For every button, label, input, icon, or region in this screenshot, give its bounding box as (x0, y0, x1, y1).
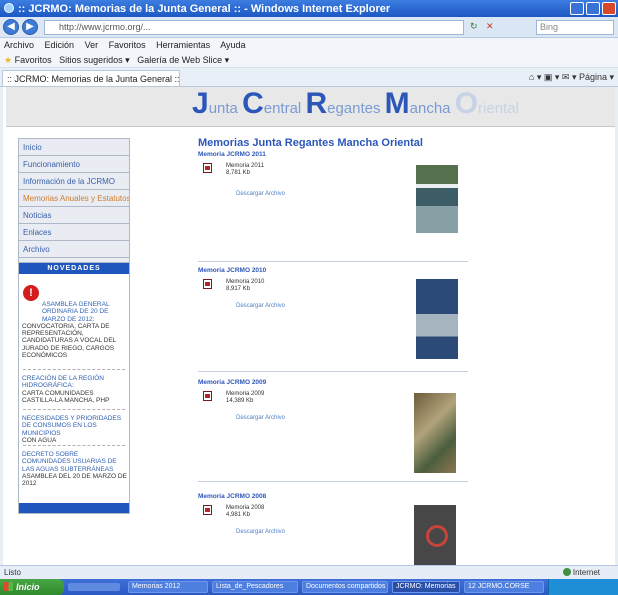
minimize-button[interactable] (570, 2, 584, 15)
site-banner: Junta Central Regantes Mancha Oriental (6, 87, 615, 127)
page-viewport: Junta Central Regantes Mancha Oriental I… (0, 87, 618, 565)
command-bar[interactable]: ⌂ ▾ ▣ ▾ ✉ ▾ Página ▾ (529, 72, 614, 83)
address-input[interactable]: http://www.jcrmo.org/... (44, 20, 464, 35)
memoria-heading: Memoria JCRMO 2011 (198, 151, 266, 158)
memoria-entry: Memoria JCRMO 2011 Memoria 2011 8,781 Kb… (198, 151, 468, 262)
main-content: Memorias Junta Regantes Mancha Oriental (198, 137, 478, 149)
news-footer-bar (19, 503, 129, 513)
memoria-cover-image[interactable] (414, 393, 456, 473)
search-input[interactable]: Bing (536, 20, 614, 35)
memoria-entry: Memoria JCRMO 2008 Memoria 2008 4,981 Kb… (198, 493, 468, 565)
memoria-heading: Memoria JCRMO 2010 (198, 267, 267, 274)
menu-bar: Archivo Edición Ver Favoritos Herramient… (0, 38, 618, 52)
memoria-file[interactable]: Memoria 2008 4,981 Kb (226, 505, 264, 519)
address-toolbar: ◀ ▶ http://www.jcrmo.org/... ↻ ✕ Bing (0, 17, 618, 38)
nav-memorias[interactable]: Memorias Anuales y Estatutos (18, 189, 130, 206)
system-tray[interactable] (548, 579, 618, 595)
download-link[interactable]: Descargar Archivo (236, 303, 285, 309)
favorites-item-webslice[interactable]: Galería de Web Slice ▾ (137, 55, 229, 65)
tab-bar: :: JCRMO: Memorias de la Junta General :… (0, 68, 618, 87)
globe-icon (562, 568, 571, 576)
memoria-file[interactable]: Memoria 2011 8,781 Kb (226, 163, 264, 177)
back-arrow-icon[interactable]: ◀ (3, 19, 19, 35)
window-controls (570, 2, 616, 15)
nav-enlaces[interactable]: Enlaces (18, 223, 130, 240)
pdf-icon[interactable] (203, 391, 212, 401)
nav-noticias[interactable]: Noticias (18, 206, 130, 223)
news-divider (23, 369, 125, 370)
page-title: Memorias Junta Regantes Mancha Oriental (198, 137, 423, 149)
close-button[interactable] (602, 2, 616, 15)
taskbar-item[interactable]: 12 JCRMO.CORSE (464, 581, 544, 593)
quick-launch[interactable] (68, 583, 120, 591)
news-item[interactable]: Asamblea general ordinaria de 20 de marz… (22, 301, 127, 359)
news-item[interactable]: Creación de la región hidrográfica: Cart… (22, 375, 127, 404)
memoria-entry: Memoria JCRMO 2010 Memoria 2010 8,917 Kb… (198, 267, 468, 372)
favorites-button[interactable]: Favoritos (15, 55, 52, 65)
taskbar-item[interactable]: Documentos compartidos (302, 581, 388, 593)
memoria-cover-image[interactable] (416, 165, 458, 233)
favorites-star-icon: ★ (4, 55, 13, 65)
taskbar-item[interactable]: JCRMO: Memorias (392, 581, 460, 593)
window-title: :: JCRMO: Memorias de la Junta General :… (18, 3, 391, 15)
stop-icon[interactable]: ✕ (486, 21, 494, 32)
tab-jcrmo[interactable]: :: JCRMO: Memorias de la Junta General :… (2, 70, 180, 86)
memoria-divider (198, 371, 468, 372)
memoria-heading: Memoria JCRMO 2009 (198, 379, 267, 386)
news-item[interactable]: Necesidades y prioridades de consumos en… (22, 415, 127, 444)
download-link[interactable]: Descargar Archivo (236, 191, 285, 197)
pdf-icon[interactable] (203, 505, 212, 515)
taskbar-item[interactable]: Lista_de_Pescadores (212, 581, 298, 593)
download-link[interactable]: Descargar Archivo (236, 529, 285, 535)
windows-taskbar: Inicio Memorias 2012 Lista_de_Pescadores… (0, 579, 618, 595)
news-divider (23, 445, 125, 446)
maximize-button[interactable] (586, 2, 600, 15)
nav-inicio[interactable]: Inicio (18, 138, 130, 155)
alert-icon: ! (23, 285, 39, 301)
memoria-file[interactable]: Memoria 2009 14,389 Kb (226, 391, 264, 405)
nav-funcionamiento[interactable]: Funcionamiento (18, 155, 130, 172)
menu-archivo[interactable]: Archivo (4, 40, 34, 50)
news-item[interactable]: Decreto sobre comunidades usuarias de la… (22, 451, 127, 487)
window-title-bar[interactable]: :: JCRMO: Memorias de la Junta General :… (0, 0, 618, 17)
menu-ver[interactable]: Ver (85, 40, 99, 50)
memoria-cover-image[interactable] (416, 279, 458, 359)
memoria-entry: Memoria JCRMO 2009 Memoria 2009 14,389 K… (198, 379, 468, 482)
ie-logo-icon (4, 3, 14, 13)
nav-archivo[interactable]: Archivo (18, 240, 130, 257)
ie-window: :: JCRMO: Memorias de la Junta General :… (0, 0, 618, 595)
forward-arrow-icon[interactable]: ▶ (22, 19, 38, 35)
news-heading: NOVEDADES (19, 263, 129, 274)
pdf-icon[interactable] (203, 163, 212, 173)
memoria-file[interactable]: Memoria 2010 8,917 Kb (226, 279, 264, 293)
favorites-bar: ★ Favoritos Sitios sugeridos ▾ Galería d… (0, 52, 618, 68)
menu-edicion[interactable]: Edición (45, 40, 75, 50)
menu-herramientas[interactable]: Herramientas (156, 40, 210, 50)
memoria-cover-image[interactable] (414, 505, 456, 565)
news-divider (23, 409, 125, 410)
status-text: Listo (4, 568, 21, 577)
menu-ayuda[interactable]: Ayuda (220, 40, 245, 50)
status-bar: Listo Internet (0, 565, 618, 579)
start-button[interactable]: Inicio (0, 579, 64, 595)
site-logo[interactable]: Junta Central Regantes Mancha Oriental (192, 89, 519, 119)
nav-informacion[interactable]: Información de la JCRMO (18, 172, 130, 189)
memoria-divider (198, 261, 468, 262)
favorites-item-suggested[interactable]: Sitios sugeridos ▾ (59, 55, 130, 65)
refresh-icon[interactable]: ↻ (470, 21, 478, 32)
site-nav: Inicio Funcionamiento Información de la … (18, 138, 130, 274)
taskbar-item[interactable]: Memorias 2012 (128, 581, 208, 593)
menu-favoritos[interactable]: Favoritos (109, 40, 146, 50)
news-panel: NOVEDADES ! Asamblea general ordinaria d… (18, 262, 130, 514)
pdf-icon[interactable] (203, 279, 212, 289)
memoria-divider (198, 481, 468, 482)
memoria-heading: Memoria JCRMO 2008 (198, 493, 267, 500)
download-link[interactable]: Descargar Archivo (236, 415, 285, 421)
security-zone[interactable]: Internet (562, 568, 600, 577)
